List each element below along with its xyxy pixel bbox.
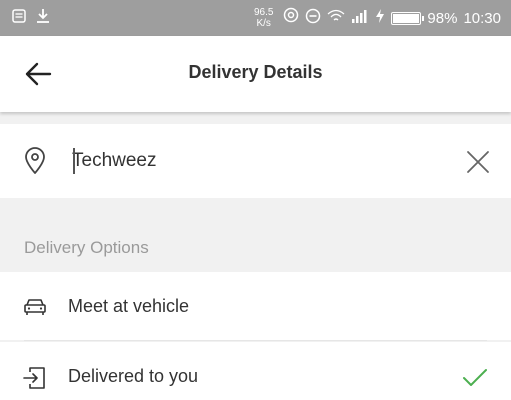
- option-meet-at-vehicle[interactable]: Meet at vehicle: [0, 272, 511, 340]
- option-label: Meet at vehicle: [68, 296, 190, 316]
- notification-icon: [12, 9, 26, 27]
- car-icon: [22, 296, 48, 318]
- app-bar: Delivery Details: [0, 36, 511, 112]
- battery-percent: 98%: [427, 9, 458, 27]
- delivery-options-heading: Delivery Options: [24, 238, 149, 257]
- address-row[interactable]: [0, 124, 511, 198]
- clock: 10:30: [463, 9, 501, 27]
- signal-icon: [351, 9, 369, 27]
- location-icon: [283, 7, 299, 29]
- network-speed: 96.5 K/s: [254, 7, 273, 29]
- page-title: Delivery Details: [188, 62, 323, 82]
- text-cursor: [73, 148, 75, 174]
- option-label: Delivered to you: [68, 366, 199, 386]
- wifi-icon: [327, 9, 345, 27]
- clear-icon[interactable]: [466, 150, 490, 174]
- status-bar: 96.5 K/s 98% 10:30: [0, 0, 511, 36]
- download-icon: [36, 8, 50, 28]
- battery-icon: [391, 11, 425, 25]
- charging-icon: [375, 9, 385, 27]
- option-delivered-to-you[interactable]: Delivered to you: [0, 342, 511, 400]
- checkmark-icon: [462, 368, 488, 388]
- battery-fill: [393, 13, 419, 23]
- do-not-disturb-icon: [305, 8, 321, 28]
- address-input[interactable]: [72, 149, 432, 173]
- network-speed-value: 96.5: [253, 7, 274, 18]
- map-pin-icon: [24, 147, 46, 175]
- divider: [24, 340, 487, 341]
- door-enter-icon: [22, 366, 48, 389]
- network-speed-unit: K/s: [256, 18, 271, 29]
